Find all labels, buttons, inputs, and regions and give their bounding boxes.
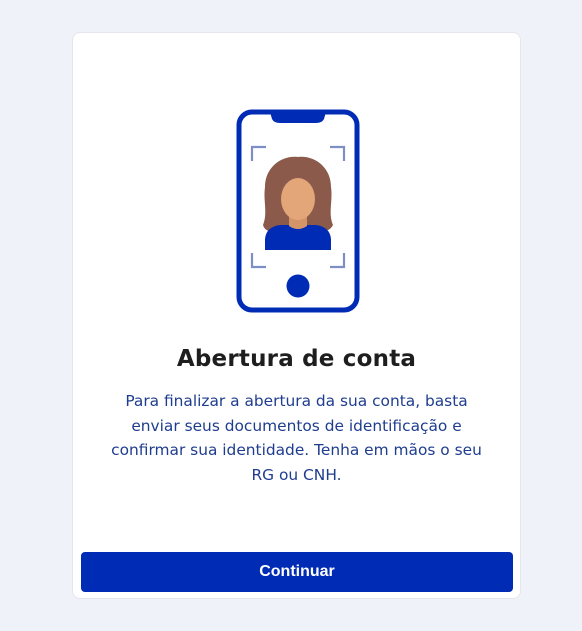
account-opening-card: Abertura de conta Para finalizar a abert… — [72, 32, 521, 599]
person-avatar-icon — [263, 156, 333, 250]
description-text: Para finalizar a abertura da sua conta, … — [111, 392, 482, 484]
home-button-icon — [286, 274, 310, 298]
phone-notch-icon — [270, 112, 326, 123]
phone-selfie-illustration — [236, 109, 360, 313]
page-title: Abertura de conta — [176, 346, 417, 372]
continue-button[interactable]: Continuar — [81, 552, 513, 592]
